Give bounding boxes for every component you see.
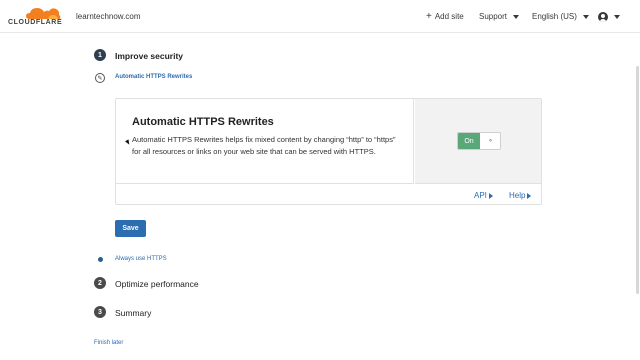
domain-name[interactable]: learntechnow.com	[76, 12, 140, 21]
language-menu[interactable]: English (US)	[532, 12, 589, 21]
add-site-label: Add site	[434, 12, 464, 21]
triangle-right-icon	[527, 192, 532, 199]
toggle-on-label: On	[458, 133, 480, 149]
top-header: CLOUDFLARE learntechnow.com + Add site S…	[0, 0, 640, 33]
https-rewrites-toggle[interactable]: On ‹›	[457, 132, 501, 150]
chevron-down-icon	[513, 14, 520, 19]
step-1-number: 1	[94, 49, 106, 61]
step-3-number: 3	[94, 306, 106, 318]
cloudflare-logo[interactable]: CLOUDFLARE	[8, 6, 64, 28]
setting-card: Automatic HTTPS Rewrites Automatic HTTPS…	[115, 98, 542, 205]
chevron-down-icon	[614, 15, 620, 19]
help-link-label: Help	[509, 191, 526, 200]
step-2-title: Optimize performance	[115, 279, 199, 289]
step-1-title: Improve security	[115, 51, 184, 61]
card-control-panel: On ‹›	[415, 99, 541, 184]
substep-always-https[interactable]: Always use HTTPS	[115, 256, 167, 262]
help-link[interactable]: Help	[509, 191, 532, 200]
add-site-button[interactable]: + Add site	[426, 10, 464, 22]
substep-dot	[98, 257, 103, 262]
card-body: Automatic HTTPS Rewrites Automatic HTTPS…	[116, 99, 414, 184]
triangle-right-icon	[488, 192, 493, 199]
save-button[interactable]: Save	[115, 220, 146, 237]
cloud-logo-icon	[26, 8, 61, 19]
substep-current-label: Automatic HTTPS Rewrites	[115, 74, 193, 80]
pencil-icon: ✎	[95, 73, 105, 83]
chevron-down-icon	[582, 14, 589, 19]
user-icon	[598, 12, 608, 22]
card-description: Automatic HTTPS Rewrites helps fix mixed…	[132, 135, 396, 156]
finish-later-link[interactable]: Finish later	[94, 340, 123, 346]
card-title: Automatic HTTPS Rewrites	[132, 116, 274, 128]
card-footer: API Help	[116, 185, 541, 205]
language-label: English (US)	[532, 12, 577, 21]
plus-icon: +	[426, 10, 432, 22]
step-2-number: 2	[94, 277, 106, 289]
logo-wordmark: CLOUDFLARE	[8, 19, 63, 26]
api-link[interactable]: API	[474, 191, 493, 200]
support-label: Support	[479, 12, 508, 21]
user-menu[interactable]	[598, 12, 620, 22]
toggle-handle-icon: ‹›	[489, 138, 492, 144]
support-menu[interactable]: Support	[479, 12, 520, 21]
api-link-label: API	[474, 191, 487, 200]
step-3-title: Summary	[115, 308, 152, 318]
scrollbar[interactable]	[636, 66, 639, 294]
